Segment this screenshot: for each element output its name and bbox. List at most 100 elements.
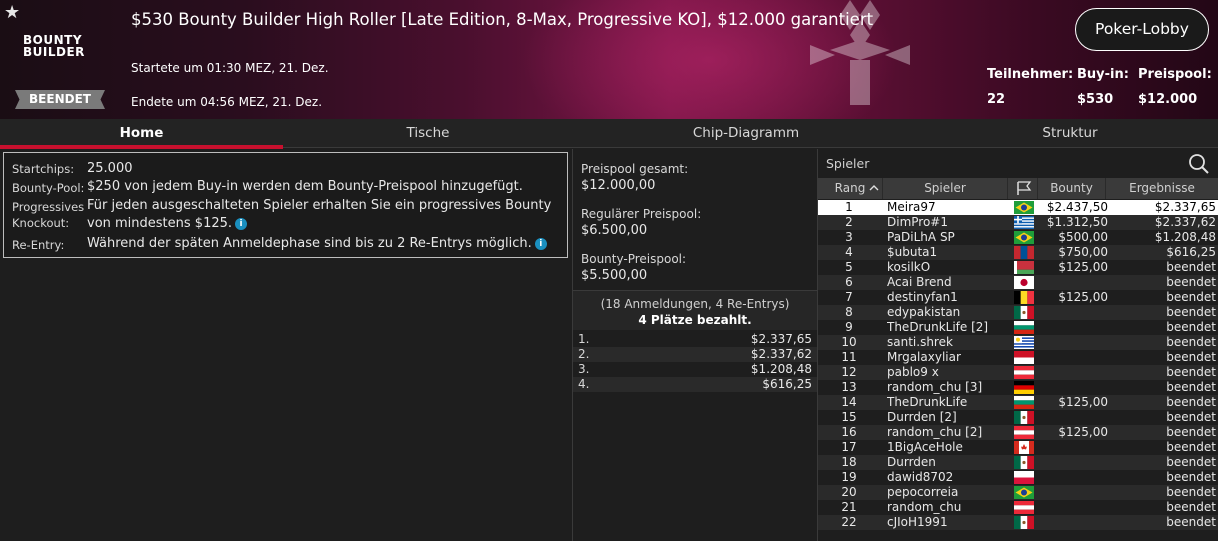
column-results[interactable]: Ergebnisse (1106, 178, 1218, 199)
player-row[interactable]: 13 random_chu [3] beendet (818, 380, 1218, 395)
player-result: beendet (1166, 350, 1216, 364)
search-icon[interactable] (1188, 153, 1210, 175)
payout-amount: $2.337,65 (750, 332, 812, 346)
player-name: Durrden (887, 455, 936, 469)
player-row[interactable]: 10 santi.shrek beendet (818, 335, 1218, 350)
player-rank: 10 (841, 335, 857, 349)
player-name: Mrgalaxyliar (887, 350, 961, 364)
payout-position: 4. (578, 377, 590, 391)
player-name: cJIoH1991 (887, 515, 948, 529)
country-flag-austria-icon (1014, 366, 1034, 379)
column-bounty[interactable]: Bounty (1038, 178, 1106, 199)
player-result: beendet (1166, 335, 1216, 349)
player-result: beendet (1166, 500, 1216, 514)
player-rank: 19 (841, 470, 857, 484)
payout-position: 2. (578, 347, 590, 361)
country-flag-mongolia-icon (1014, 246, 1034, 259)
player-name: santi.shrek (887, 335, 953, 349)
player-name: TheDrunkLife (887, 395, 968, 409)
player-row[interactable]: 3 PaDiLhA SP $500,00 $1.208,48 (818, 230, 1218, 245)
tab-home[interactable]: Home (0, 119, 283, 148)
player-row[interactable]: 2 DimPro#1 $1.312,50 $2.337,62 (818, 215, 1218, 230)
player-rank: 6 (845, 275, 853, 289)
player-row[interactable]: 17 1BigAceHole beendet (818, 440, 1218, 455)
player-result: beendet (1166, 515, 1216, 529)
player-result: $2.337,65 (1154, 200, 1216, 214)
status-badge: BEENDET (15, 90, 105, 109)
player-result: beendet (1166, 485, 1216, 499)
country-flag-mexico-icon (1014, 306, 1034, 319)
player-row[interactable]: 7 destinyfan1 $125,00 beendet (818, 290, 1218, 305)
player-result: beendet (1166, 440, 1216, 454)
progressive-label-2: Knockout: (12, 216, 70, 230)
player-row[interactable]: 21 random_chu beendet (818, 500, 1218, 515)
player-rank: 21 (841, 500, 857, 514)
sort-ascending-icon[interactable] (869, 183, 879, 193)
payout-row: 1. $2.337,65 (573, 332, 817, 347)
player-row[interactable]: 14 TheDrunkLife $125,00 beendet (818, 395, 1218, 410)
player-bounty: $1.312,50 (1046, 215, 1108, 229)
player-rank: 22 (841, 515, 857, 529)
player-row[interactable]: 22 cJIoH1991 beendet (818, 515, 1218, 530)
player-name: PaDiLhA SP (887, 230, 955, 244)
player-name: $ubuta1 (887, 245, 938, 259)
player-search[interactable]: Spieler (818, 150, 1218, 178)
search-input[interactable]: Spieler (826, 156, 869, 171)
bounty-builder-logo: BOUNTY BUILDER (23, 33, 85, 59)
bountypool-value: $250 von jedem Buy-in werden dem Bounty-… (87, 179, 523, 194)
player-result: $1.208,48 (1154, 230, 1216, 244)
poker-lobby-button[interactable]: Poker-Lobby (1075, 8, 1209, 51)
player-result: beendet (1166, 455, 1216, 469)
player-row[interactable]: 11 Mrgalaxyliar beendet (818, 350, 1218, 365)
player-row[interactable]: 20 pepocorreia beendet (818, 485, 1218, 500)
entries-summary: (18 Anmeldungen, 4 Re-Entrys) 4 Plätze b… (573, 290, 817, 330)
player-row[interactable]: 12 pablo9 x beendet (818, 365, 1218, 380)
regular-prizepool-value: $6.500,00 (581, 223, 648, 238)
player-rank: 9 (845, 320, 853, 334)
tab-structure[interactable]: Struktur (950, 119, 1190, 148)
player-bounty: $500,00 (1058, 230, 1108, 244)
player-name: pepocorreia (887, 485, 959, 499)
player-row[interactable]: 6 Acai Brend beendet (818, 275, 1218, 290)
country-flag-japan-icon (1014, 276, 1034, 289)
country-flag-mexico-icon (1014, 516, 1034, 529)
player-row[interactable]: 4 $ubuta1 $750,00 $616,25 (818, 245, 1218, 260)
payout-amount: $1.208,48 (750, 362, 812, 376)
player-row[interactable]: 9 TheDrunkLife [2] beendet (818, 320, 1218, 335)
player-row[interactable]: 5 kosilkO $125,00 beendet (818, 260, 1218, 275)
country-flag-greece-icon (1014, 216, 1034, 229)
player-name: pablo9 x (887, 365, 939, 379)
player-row[interactable]: 16 random_chu [2] $125,00 beendet (818, 425, 1218, 440)
payout-amount: $616,25 (762, 377, 812, 391)
player-row[interactable]: 15 Durrden [2] beendet (818, 410, 1218, 425)
tournament-info-panel: Startchips: 25.000 Bounty-Pool: $250 von… (3, 152, 568, 258)
startchips-value: 25.000 (87, 161, 133, 176)
player-name: dawid8702 (887, 470, 954, 484)
player-row[interactable]: 19 dawid8702 beendet (818, 470, 1218, 485)
tab-tables[interactable]: Tische (283, 119, 573, 148)
player-row[interactable]: 8 edypakistan beendet (818, 305, 1218, 320)
player-bounty: $2.437,50 (1046, 200, 1108, 214)
prizepool-label: Preispool: (1138, 67, 1212, 82)
player-rank: 17 (841, 440, 857, 454)
player-rank: 8 (845, 305, 853, 319)
flag-icon[interactable] (1016, 181, 1032, 195)
country-flag-belgium-icon (1014, 291, 1034, 304)
player-rank: 20 (841, 485, 857, 499)
total-prizepool-label: Preispool gesamt: (581, 162, 689, 176)
player-row[interactable]: 1 Meira97 $2.437,50 $2.337,65 (818, 200, 1218, 215)
start-time: Startete um 01:30 MEZ, 21. Dez. (131, 61, 329, 75)
payout-row: 3. $1.208,48 (573, 362, 817, 377)
player-result: beendet (1166, 410, 1216, 424)
player-row[interactable]: 18 Durrden beendet (818, 455, 1218, 470)
column-player[interactable]: Spieler (883, 178, 1008, 199)
payout-row: 2. $2.337,62 (573, 347, 817, 362)
info-icon[interactable]: i (534, 237, 547, 250)
info-icon[interactable]: i (235, 217, 248, 230)
favorite-star-icon[interactable]: ★ (4, 2, 20, 23)
country-flag-belarus-icon (1014, 261, 1034, 274)
player-result: beendet (1166, 395, 1216, 409)
total-prizepool-value: $12.000,00 (581, 178, 656, 193)
tab-chip-chart[interactable]: Chip-Diagramm (600, 119, 892, 148)
tournament-window: ★ BOUNTY BUILDER BEENDET $530 Bounty Bui… (0, 0, 1218, 541)
